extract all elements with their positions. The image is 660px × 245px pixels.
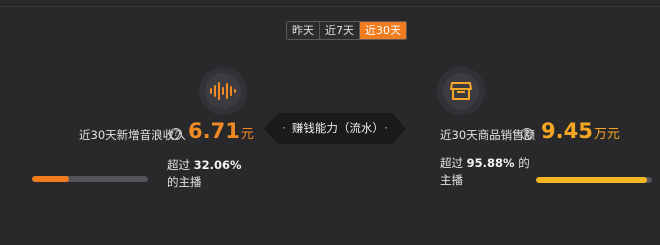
sound-wave-icon-badge [199,67,247,115]
top-divider [0,6,660,7]
sound-wave-icon [210,82,236,100]
right-metric-value: 9.45万元 [541,119,620,143]
left-help-icon[interactable]: ? [170,128,182,140]
tab-yesterday[interactable]: 昨天 [287,22,320,39]
left-metric-value: 6.71元 [188,119,254,143]
left-rank-prefix: 超过 [167,158,190,172]
right-rank-percent: 95.88% [466,156,515,170]
earning-ability-banner: · 赚钱能力（流水） · [264,113,406,144]
shop-icon-badge [437,67,485,115]
tab-7-days[interactable]: 近7天 [320,22,360,39]
left-rank-suffix: 的主播 [167,175,202,189]
left-progress-bar [32,176,148,182]
time-range-tabs: 昨天 近7天 近30天 [286,21,407,40]
tab-30-days[interactable]: 近30天 [360,22,406,39]
left-metric-unit: 元 [240,127,254,142]
right-metric-number: 9.45 [541,119,593,143]
right-rank-text: 超过 95.88% 的 主播 [440,155,530,189]
right-rank-prefix: 超过 [440,156,463,170]
shop-icon [450,82,472,100]
left-progress-fill [32,176,70,182]
right-rank-suffix-2: 主播 [440,173,463,187]
right-progress-bar [536,177,652,183]
right-progress-fill [536,177,648,183]
left-rank-percent: 32.06% [193,158,242,172]
right-help-icon[interactable]: ? [521,128,533,140]
banner-dot-left: · [282,121,286,135]
left-rank-text: 超过 32.06% 的主播 [167,157,242,191]
banner-dot-right: · [384,121,388,135]
banner-label: 赚钱能力（流水） [291,121,379,135]
right-rank-suffix-1: 的 [518,156,530,170]
left-metric-number: 6.71 [188,119,240,143]
right-metric-unit: 万元 [593,127,620,142]
